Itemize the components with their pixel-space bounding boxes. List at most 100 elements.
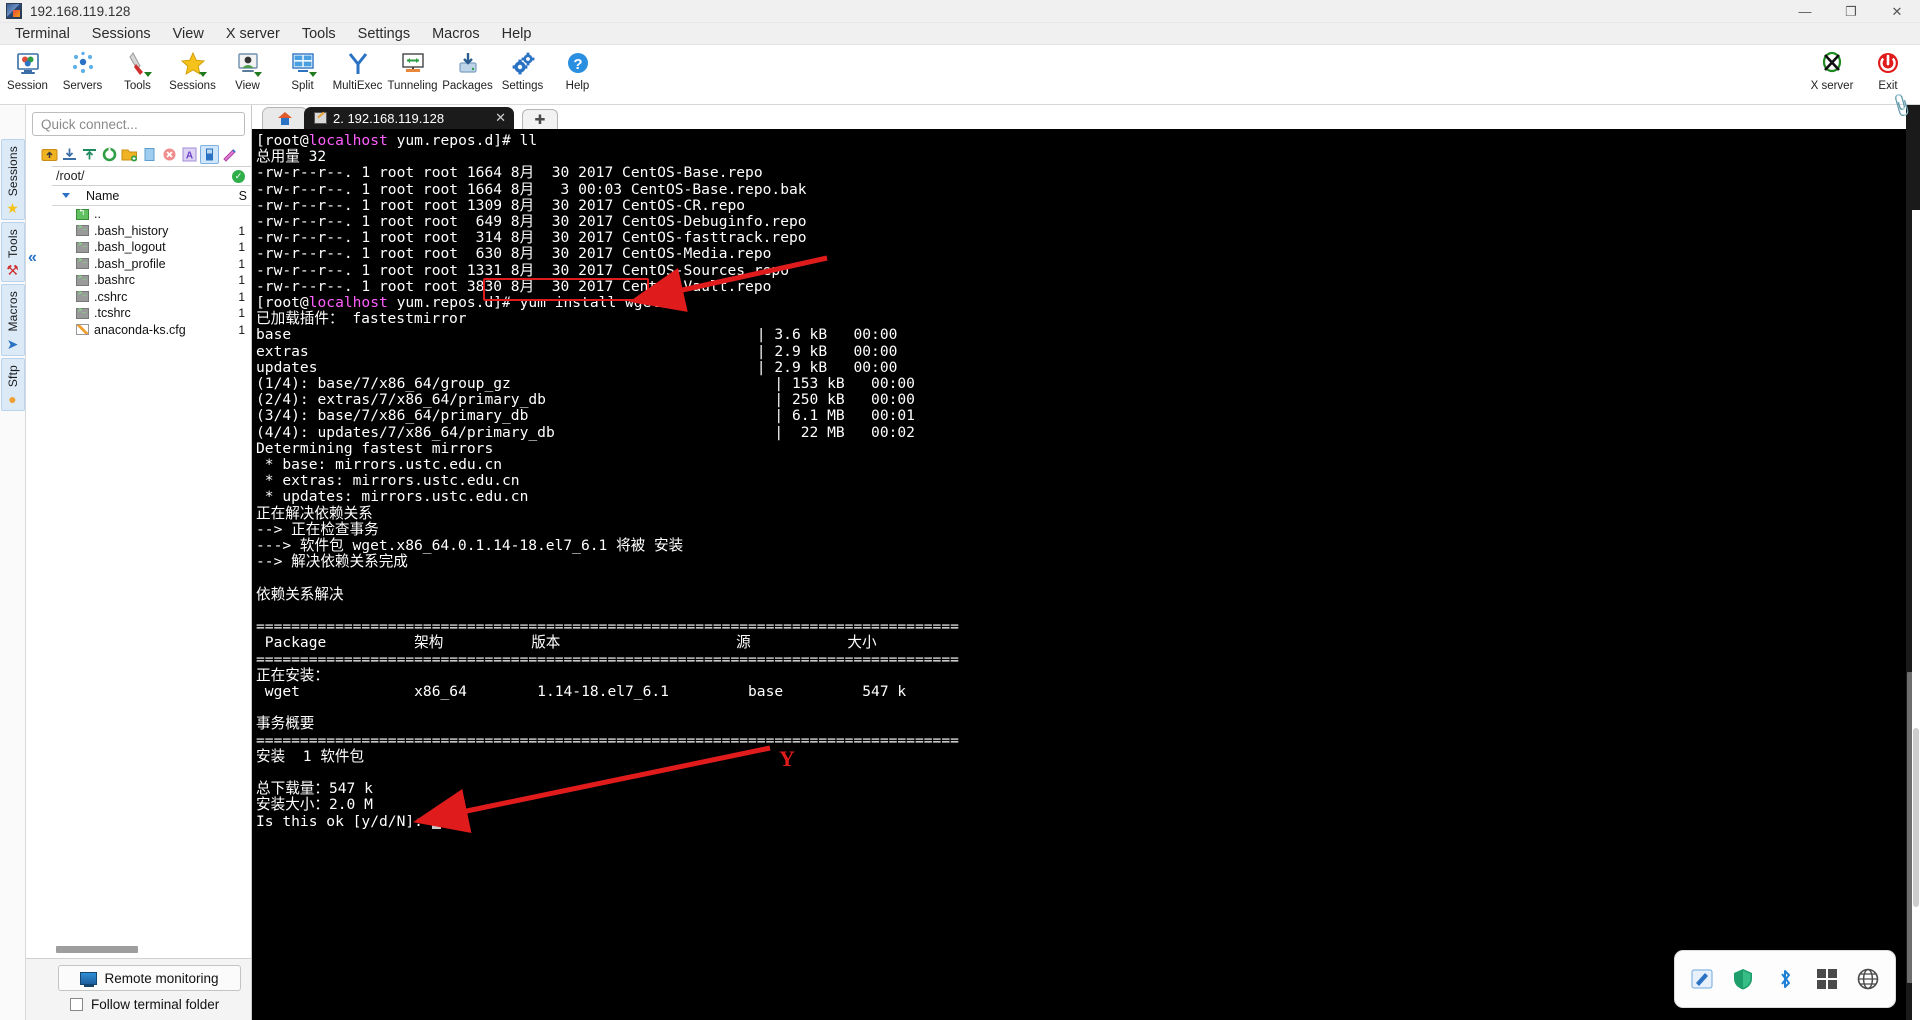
menu-tools[interactable]: Tools <box>291 24 347 44</box>
ribbon-multiexec-button[interactable]: MultiExec <box>330 47 385 92</box>
terminal-text: 已加载插件： fastestmirror <box>256 310 467 327</box>
ribbon-tools-button[interactable]: Tools <box>110 47 165 92</box>
terminal-line: 总用量 32 <box>254 149 1920 165</box>
terminal-text: -rw-r--r--. 1 root root 649 8月 30 2017 C… <box>256 213 807 230</box>
refresh-icon[interactable] <box>100 145 119 164</box>
ribbon-x-server-button[interactable]: X server <box>1804 47 1860 92</box>
ribbon-exit-button[interactable]: Exit <box>1860 47 1916 92</box>
globe-icon[interactable] <box>1855 966 1881 992</box>
terminal-text: -rw-r--r--. 1 root root 1664 8月 30 2017 … <box>256 164 763 181</box>
terminal-line: extras | 2.9 kB 00:00 <box>254 344 1920 360</box>
binary-mode-icon[interactable] <box>200 145 219 164</box>
ribbon-session-button[interactable]: Session <box>0 47 55 92</box>
column-name-header[interactable]: Name <box>86 189 119 203</box>
vtab-macros[interactable]: Macros ➤ <box>1 284 25 356</box>
vtab-sftp[interactable]: Sftp ● <box>1 358 25 411</box>
terminal-line: -rw-r--r--. 1 root root 1664 8月 30 2017 … <box>254 165 1920 181</box>
annotation-answer-y: Y <box>779 746 795 772</box>
floating-taskbar <box>1674 950 1896 1008</box>
terminal-output[interactable]: [root@localhost yum.repos.d]# ll总用量 32-r… <box>252 129 1920 1020</box>
tools-icon <box>124 50 152 78</box>
vtab-tools[interactable]: Tools ⚒ <box>1 222 25 282</box>
sort-descending-icon[interactable] <box>62 193 70 198</box>
ribbon-help-button[interactable]: ? Help <box>550 47 605 92</box>
edit-icon[interactable] <box>220 145 239 164</box>
ribbon-packages-button[interactable]: Packages <box>440 47 495 92</box>
ribbon-tunneling-label: Tunneling <box>387 80 437 92</box>
list-item[interactable]: .bashrc 1 <box>52 272 251 289</box>
ribbon-split-button[interactable]: Split <box>275 47 330 92</box>
ribbon-servers-button[interactable]: Servers <box>55 47 110 92</box>
editor-icon[interactable] <box>1689 966 1715 992</box>
home-tab[interactable] <box>262 107 308 129</box>
file-list-hscrollbar[interactable] <box>56 946 243 954</box>
ribbon-multiexec-label: MultiExec <box>333 80 383 92</box>
column-size-header[interactable]: S <box>239 189 247 203</box>
vtab-sessions[interactable]: Sessions ★ <box>1 139 25 220</box>
close-button[interactable]: ✕ <box>1874 0 1920 23</box>
list-item[interactable]: .tcshrc 1 <box>52 305 251 322</box>
delete-icon[interactable] <box>160 145 179 164</box>
menu-help[interactable]: Help <box>491 24 543 44</box>
hscrollbar-thumb[interactable] <box>56 946 138 953</box>
ribbon-settings-button[interactable]: Settings <box>495 47 550 92</box>
new-tab-button[interactable]: ✚ <box>522 109 558 129</box>
terminal-line: -rw-r--r--. 1 root root 1331 8月 30 2017 … <box>254 263 1920 279</box>
session-tab[interactable]: 2. 192.168.119.128 ✕ <box>304 107 514 129</box>
vtab-sftp-label: Sftp <box>6 365 20 387</box>
ribbon-sessions-label: Sessions <box>169 80 216 92</box>
window-scrollbar-thumb[interactable] <box>1913 728 1919 906</box>
list-item[interactable]: .bash_history 1 <box>52 223 251 240</box>
terminal-line: --> 解决依赖关系完成 <box>254 554 1920 570</box>
up-folder-icon[interactable] <box>40 145 59 164</box>
follow-terminal-folder-row[interactable]: Follow terminal folder <box>70 997 251 1012</box>
ribbon-tunneling-button[interactable]: Tunneling <box>385 47 440 92</box>
window-scrollbar[interactable] <box>1912 210 1920 1020</box>
menu-sessions[interactable]: Sessions <box>81 24 162 44</box>
terminal-line: (2/4): extras/7/x86_64/primary_db | 250 … <box>254 392 1920 408</box>
file-size: 1 <box>238 224 245 238</box>
file-name: .cshrc <box>94 290 127 304</box>
remote-monitoring-button[interactable]: Remote monitoring <box>58 965 241 991</box>
menu-settings[interactable]: Settings <box>347 24 421 44</box>
ribbon-servers-label: Servers <box>63 80 103 92</box>
sftp-path-row[interactable]: /root/ ✓ <box>52 166 251 186</box>
list-item[interactable]: .bash_logout 1 <box>52 239 251 256</box>
menu-x-server[interactable]: X server <box>215 24 291 44</box>
ribbon-view-button[interactable]: View <box>220 47 275 92</box>
svg-text:?: ? <box>573 56 582 73</box>
new-file-icon[interactable] <box>140 145 159 164</box>
terminal-text: ========================================… <box>256 732 959 749</box>
terminal-text: (4/4): updates/7/x86_64/primary_db | 22 … <box>256 424 915 441</box>
menu-view[interactable]: View <box>162 24 215 44</box>
new-folder-icon[interactable] <box>120 145 139 164</box>
list-item[interactable]: .bash_profile 1 <box>52 256 251 273</box>
window-controls[interactable]: — ❐ ✕ <box>1782 0 1920 23</box>
terminal-text: ---> 软件包 wget.x86_64.0.1.14-18.el7_6.1 将… <box>256 537 683 554</box>
quick-connect-input[interactable]: Quick connect... <box>32 112 245 136</box>
list-item[interactable]: anaconda-ks.cfg 1 <box>52 322 251 339</box>
terminal-text: localhost <box>309 294 388 311</box>
windows-icon[interactable] <box>1814 966 1840 992</box>
close-icon[interactable]: ✕ <box>495 110 506 126</box>
maximize-button[interactable]: ❐ <box>1828 0 1874 23</box>
menu-macros[interactable]: Macros <box>421 24 491 44</box>
script-file-icon <box>76 242 89 253</box>
wrench-icon: ⚒ <box>6 263 19 277</box>
terminal-line: 总下载量：547 k <box>254 781 1920 797</box>
download-icon[interactable] <box>60 145 79 164</box>
text-mode-icon[interactable]: A <box>180 145 199 164</box>
menu-terminal[interactable]: Terminal <box>4 24 81 44</box>
upload-icon[interactable] <box>80 145 99 164</box>
minimize-button[interactable]: — <box>1782 0 1828 23</box>
list-item[interactable]: .. <box>52 206 251 223</box>
collapse-sidebar-icon[interactable]: « <box>28 249 37 267</box>
list-item[interactable]: .cshrc 1 <box>52 289 251 306</box>
main-area: Sessions ★ Tools ⚒ Macros ➤ Sftp ● Quick… <box>0 105 1920 1020</box>
shield-icon[interactable] <box>1730 966 1756 992</box>
follow-terminal-folder-checkbox[interactable] <box>70 998 83 1011</box>
ribbon-sessions-button[interactable]: Sessions <box>165 47 220 92</box>
sftp-dot-icon: ● <box>8 392 16 406</box>
terminal-line: -rw-r--r--. 1 root root 649 8月 30 2017 C… <box>254 214 1920 230</box>
bluetooth-icon[interactable] <box>1772 966 1798 992</box>
